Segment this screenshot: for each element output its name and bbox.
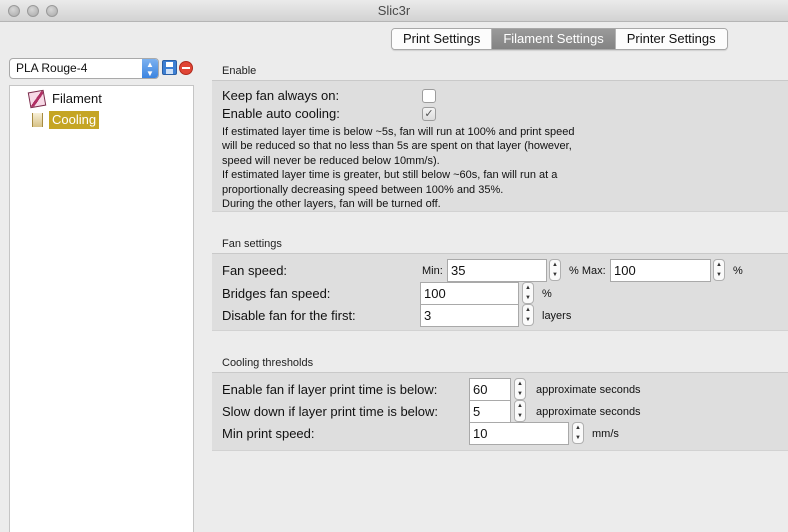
cooling-icon: [29, 112, 45, 128]
filament-icon: [27, 89, 47, 109]
window-title: Slic3r: [377, 3, 411, 18]
auto-cooling-description: If estimated layer time is below ~5s, fa…: [222, 125, 632, 211]
min-print-speed-input[interactable]: 10: [469, 422, 569, 445]
settings-tabs: Print Settings Filament Settings Printer…: [391, 28, 728, 50]
seconds-unit: approximate seconds: [536, 384, 641, 396]
description-line: If estimated layer time is greater, but …: [222, 169, 558, 182]
min-fan-speed-input[interactable]: 35: [447, 259, 547, 282]
disable-fan-layers-input[interactable]: 3: [420, 304, 519, 327]
keep-fan-checkbox[interactable]: [422, 89, 436, 103]
enable-section: Enable Keep fan always on: Enable auto c…: [212, 64, 788, 212]
cooling-thresholds-section: Cooling thresholds Enable fan if layer p…: [212, 356, 788, 451]
title-bar: Slic3r: [0, 0, 788, 22]
auto-cooling-checkbox[interactable]: ✓: [422, 107, 436, 121]
tree-item-filament[interactable]: Filament: [27, 89, 105, 109]
bridges-unit: %: [542, 288, 552, 300]
disable-fan-layers-stepper[interactable]: ▲ ▼: [522, 304, 534, 326]
section-title: Enable: [212, 64, 788, 81]
max-fan-speed-stepper[interactable]: ▲ ▼: [713, 259, 725, 281]
tree-item-cooling[interactable]: Cooling: [29, 111, 100, 129]
slow-down-threshold-input[interactable]: 5: [469, 400, 511, 423]
min-print-speed-label: Min print speed:: [222, 426, 315, 441]
section-title: Cooling thresholds: [212, 356, 788, 373]
preset-select[interactable]: PLA Rouge-4 ▲ ▼: [9, 58, 159, 79]
min-label: Min:: [422, 265, 443, 277]
bridges-fan-speed-label: Bridges fan speed:: [222, 286, 331, 301]
tree-item-label: Cooling: [49, 111, 100, 129]
settings-tree: Filament Cooling: [9, 85, 194, 532]
max-unit: %: [733, 265, 743, 277]
disable-fan-label: Disable fan for the first:: [222, 308, 356, 323]
mm-per-second-unit: mm/s: [592, 428, 619, 440]
slow-down-threshold-stepper[interactable]: ▲ ▼: [514, 400, 526, 422]
tab-filament-settings[interactable]: Filament Settings: [492, 29, 616, 49]
slow-down-threshold-label: Slow down if layer print time is below:: [222, 404, 439, 419]
layers-unit: layers: [542, 310, 572, 322]
chevron-up-down-icon: ▲ ▼: [142, 59, 158, 78]
description-line: If estimated layer time is below ~5s, fa…: [222, 126, 575, 138]
enable-fan-threshold-stepper[interactable]: ▲ ▼: [514, 378, 526, 400]
delete-preset-icon[interactable]: [179, 61, 193, 75]
max-fan-speed-input[interactable]: 100: [610, 259, 711, 282]
tree-item-label: Filament: [52, 91, 102, 106]
tab-print-settings[interactable]: Print Settings: [392, 29, 493, 49]
description-line: During the other layers, fan will be tur…: [222, 198, 441, 211]
description-line: will be reduced so that no less than 5s …: [222, 140, 572, 153]
keep-fan-label: Keep fan always on:: [222, 88, 340, 103]
fan-speed-label: Fan speed:: [222, 263, 288, 278]
tab-printer-settings[interactable]: Printer Settings: [615, 29, 727, 49]
min-print-speed-stepper[interactable]: ▲ ▼: [572, 422, 584, 444]
min-fan-speed-stepper[interactable]: ▲ ▼: [549, 259, 561, 281]
seconds-unit: approximate seconds: [536, 406, 641, 418]
bridges-fan-speed-stepper[interactable]: ▲ ▼: [522, 282, 534, 304]
checkmark-icon: ✓: [424, 108, 434, 120]
enable-fan-threshold-input[interactable]: 60: [469, 378, 511, 401]
description-line: proportionally decreasing speed between …: [222, 183, 504, 196]
description-line: speed will never be reduced below 10mm/s…: [222, 154, 440, 167]
section-title: Fan settings: [212, 237, 788, 254]
preset-select-value: PLA Rouge-4: [16, 61, 88, 75]
fan-settings-section: Fan settings Fan speed: Min: 35 ▲ ▼ % Max…: [212, 237, 788, 331]
percent-max-label: % Max:: [569, 265, 606, 277]
auto-cooling-label: Enable auto cooling:: [222, 106, 340, 121]
enable-fan-threshold-label: Enable fan if layer print time is below:: [222, 382, 438, 397]
save-preset-icon[interactable]: [162, 60, 177, 75]
bridges-fan-speed-input[interactable]: 100: [420, 282, 519, 305]
